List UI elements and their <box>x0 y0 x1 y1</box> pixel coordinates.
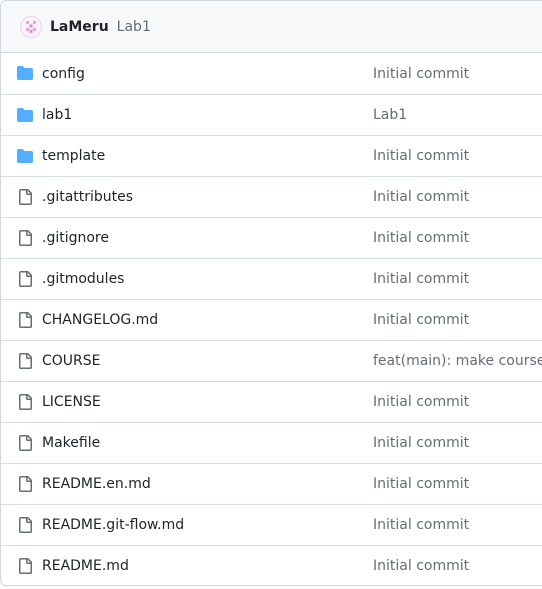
file-row[interactable]: template Initial commit <box>1 135 542 176</box>
file-name-link[interactable]: Makefile <box>42 435 100 451</box>
file-icon <box>17 394 33 410</box>
folder-icon <box>17 148 33 164</box>
commit-message-link[interactable]: Lab1 <box>117 19 151 35</box>
file-row[interactable]: .gitattributes Initial commit <box>1 176 542 217</box>
file-name-link[interactable]: lab1 <box>42 107 72 123</box>
commit-message-link[interactable]: Initial commit <box>373 558 469 574</box>
file-name-link[interactable]: README.en.md <box>42 476 151 492</box>
file-name-link[interactable]: CHANGELOG.md <box>42 312 158 328</box>
file-browser: LaMeru Lab1 config Initial commit lab1 Lab1… <box>0 0 542 586</box>
file-name-link[interactable]: LICENSE <box>42 394 101 410</box>
commit-message-link[interactable]: Initial commit <box>373 435 469 451</box>
file-row[interactable]: COURSE feat(main): make course s <box>1 340 542 381</box>
file-row[interactable]: CHANGELOG.md Initial commit <box>1 299 542 340</box>
file-row[interactable]: README.md Initial commit <box>1 545 542 585</box>
file-name-link[interactable]: COURSE <box>42 353 101 369</box>
file-row[interactable]: config Initial commit <box>1 53 542 94</box>
file-name-link[interactable]: .gitattributes <box>42 189 133 205</box>
commit-message-link[interactable]: Initial commit <box>373 66 469 82</box>
file-icon <box>17 353 33 369</box>
commit-message-link[interactable]: Initial commit <box>373 148 469 164</box>
file-icon <box>17 189 33 205</box>
file-name-link[interactable]: README.git-flow.md <box>42 517 184 533</box>
file-icon <box>17 271 33 287</box>
commit-message-link[interactable]: Initial commit <box>373 189 469 205</box>
commit-message-link[interactable]: Initial commit <box>373 230 469 246</box>
commit-message-link[interactable]: Initial commit <box>373 476 469 492</box>
file-icon <box>17 558 33 574</box>
file-icon <box>17 476 33 492</box>
file-icon <box>17 312 33 328</box>
file-name-link[interactable]: template <box>42 148 105 164</box>
file-name-link[interactable]: README.md <box>42 558 129 574</box>
latest-commit-header: LaMeru Lab1 <box>1 1 542 53</box>
file-row[interactable]: README.en.md Initial commit <box>1 463 542 504</box>
commit-message-link[interactable]: Initial commit <box>373 394 469 410</box>
file-row[interactable]: README.git-flow.md Initial commit <box>1 504 542 545</box>
commit-message-link[interactable]: Initial commit <box>373 312 469 328</box>
folder-icon <box>17 65 33 81</box>
file-icon <box>17 435 33 451</box>
commit-author-link[interactable]: LaMeru <box>50 19 109 35</box>
file-row[interactable]: LICENSE Initial commit <box>1 381 542 422</box>
file-icon <box>17 517 33 533</box>
file-row[interactable]: .gitmodules Initial commit <box>1 258 542 299</box>
file-row[interactable]: Makefile Initial commit <box>1 422 542 463</box>
file-name-link[interactable]: .gitignore <box>42 230 109 246</box>
file-row[interactable]: lab1 Lab1 <box>1 94 542 135</box>
file-row[interactable]: .gitignore Initial commit <box>1 217 542 258</box>
commit-message-link[interactable]: Initial commit <box>373 271 469 287</box>
file-name-link[interactable]: .gitmodules <box>42 271 124 287</box>
file-name-link[interactable]: config <box>42 66 85 82</box>
identicon-icon <box>26 20 36 33</box>
commit-message-link[interactable]: feat(main): make course s <box>373 353 542 369</box>
commit-message-link[interactable]: Lab1 <box>373 107 407 123</box>
avatar[interactable] <box>20 15 42 38</box>
file-icon <box>17 230 33 246</box>
folder-icon <box>17 107 33 123</box>
file-list: config Initial commit lab1 Lab1 template Init… <box>1 53 542 585</box>
commit-message-link[interactable]: Initial commit <box>373 517 469 533</box>
